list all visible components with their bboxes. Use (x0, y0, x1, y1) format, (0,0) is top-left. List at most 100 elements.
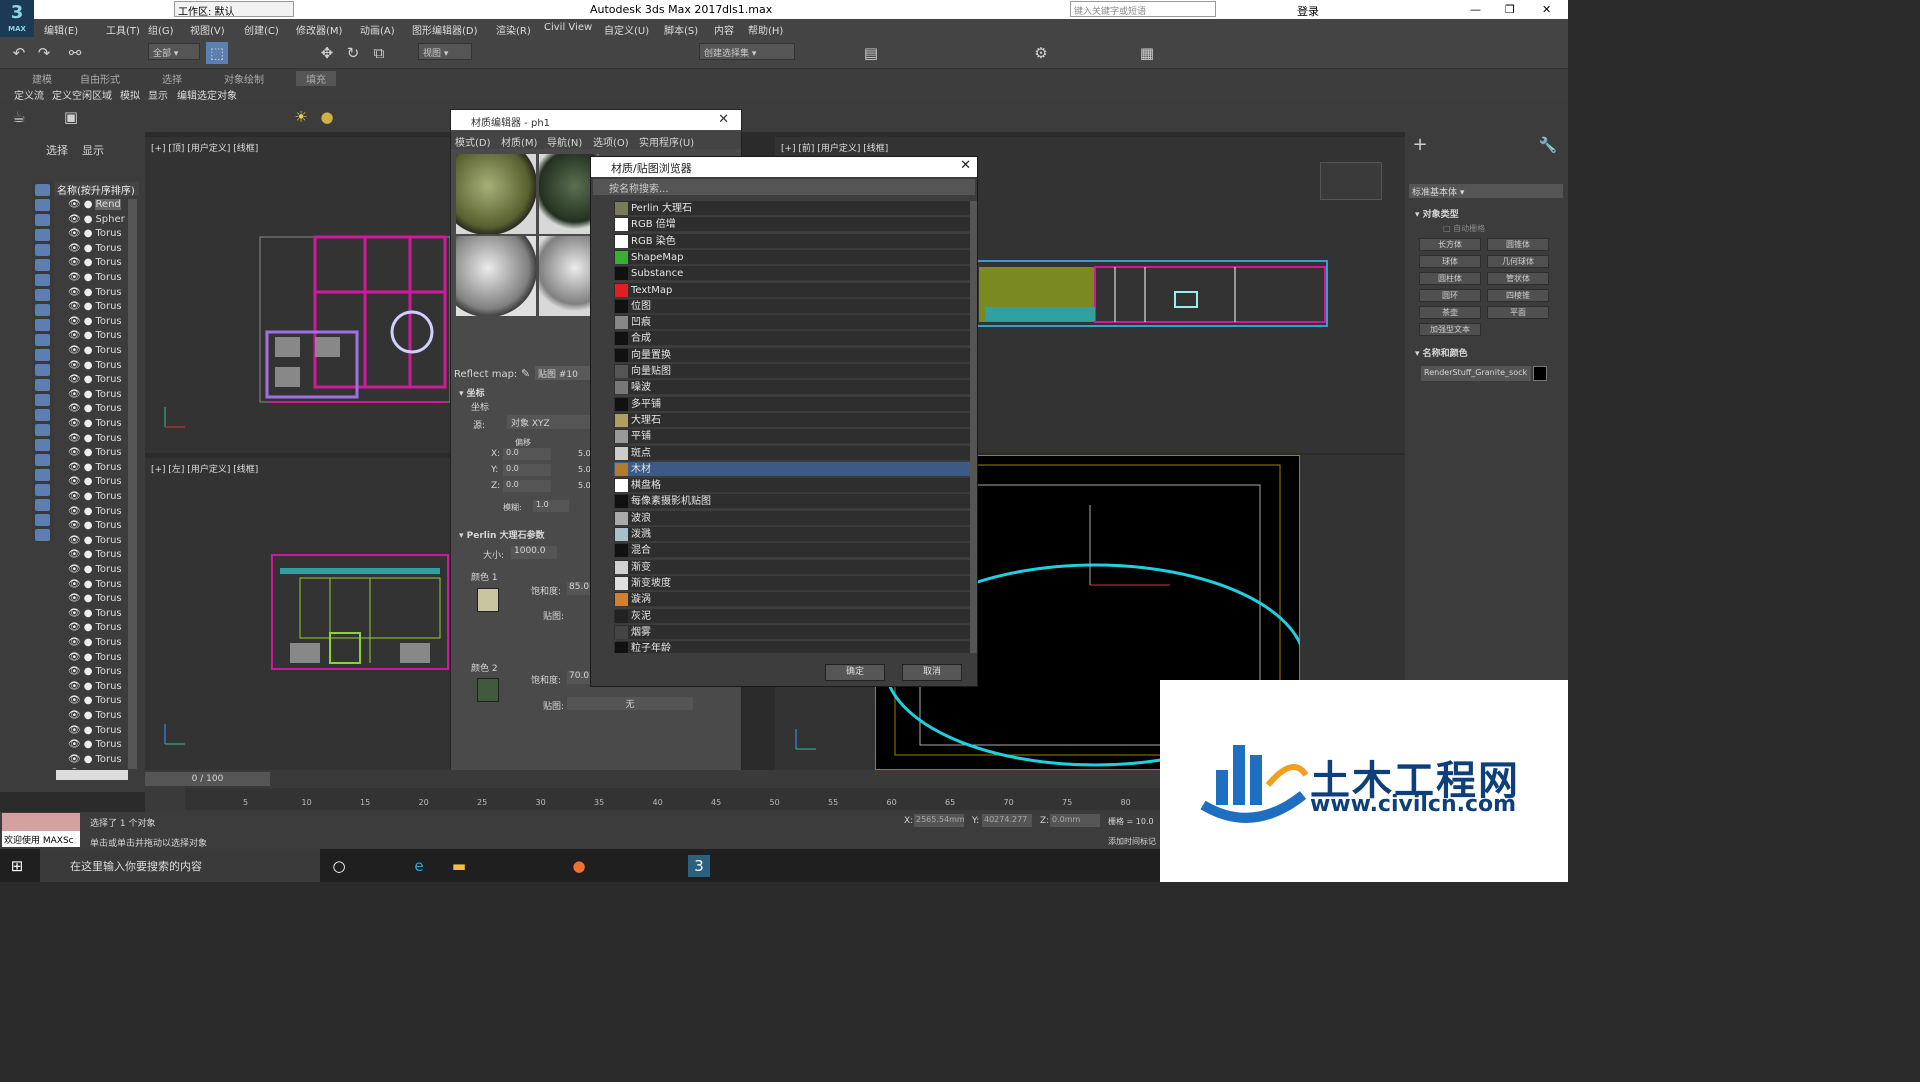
eye-icon[interactable]: 👁 (68, 739, 81, 750)
explorer-filter-icon[interactable] (35, 499, 50, 511)
menu-item[interactable]: 编辑(E) (44, 22, 78, 37)
create-tab-icon[interactable]: + (1409, 134, 1431, 156)
eye-icon[interactable]: 👁 (68, 695, 81, 706)
object-type-button[interactable]: 四棱锥 (1487, 289, 1549, 302)
object-type-button[interactable]: 平面 (1487, 306, 1549, 319)
eye-icon[interactable]: 👁 (68, 710, 81, 721)
eye-icon[interactable]: 👁 (68, 768, 81, 769)
move-icon[interactable]: ✥ (316, 42, 338, 64)
max-logo[interactable]: 3 MAX (0, 0, 34, 37)
eye-icon[interactable]: 👁 (68, 301, 81, 312)
render-icon[interactable]: ● (84, 754, 93, 765)
scene-row[interactable]: 👁 ● Spher (56, 214, 128, 228)
explorer-filter-icon[interactable] (35, 379, 50, 391)
eye-icon[interactable]: 👁 (68, 374, 81, 385)
map-list-item[interactable]: 粒子年龄 (614, 641, 970, 653)
scene-row[interactable]: 👁●Torus (56, 301, 128, 315)
maximize-icon[interactable]: ❐ (1505, 3, 1515, 16)
object-type-button[interactable]: 圆锥体 (1487, 238, 1549, 251)
explorer-filter-icon[interactable] (35, 349, 50, 361)
map-list-item[interactable]: 多平铺 (614, 396, 970, 412)
size-spinner[interactable]: 1000.0 (511, 546, 557, 559)
eye-icon[interactable]: 👁 (68, 666, 81, 677)
eye-icon[interactable]: 👁 (68, 389, 81, 400)
sample-slot-3[interactable] (456, 236, 536, 316)
ribbon-subtab[interactable]: 模拟 (120, 87, 140, 102)
sample-slot-1[interactable] (456, 154, 536, 234)
3dsmax-taskbar-icon[interactable]: 3 (688, 855, 710, 877)
ribbon-subtab[interactable]: 编辑选定对象 (177, 87, 237, 102)
category-dropdown[interactable]: 标准基本体 ▾ (1409, 184, 1563, 198)
render-icon[interactable]: ● (84, 579, 93, 590)
explorer-filter-icon[interactable] (35, 229, 50, 241)
render-icon[interactable]: ● (84, 506, 93, 517)
rotate-icon[interactable]: ↻ (342, 42, 364, 64)
render-icon[interactable]: ● (84, 768, 93, 769)
render-icon[interactable]: ● (84, 593, 93, 604)
z-field[interactable]: 0.0mm (1050, 814, 1100, 827)
eye-icon[interactable]: 👁 (68, 199, 81, 210)
h-scrollbar[interactable] (56, 770, 128, 780)
eye-icon[interactable]: 👁 (68, 476, 81, 487)
mateditor-menu-item[interactable]: 实用程序(U) (639, 134, 694, 149)
render-icon[interactable]: ● (84, 666, 93, 677)
scene-row[interactable]: 👁●Torus (56, 666, 128, 680)
explorer-filter-icon[interactable] (35, 304, 50, 316)
scene-row[interactable]: 👁●Torus (56, 579, 128, 593)
scene-row[interactable]: 👁●Torus (56, 754, 128, 768)
tab-display[interactable]: 显示 (82, 142, 104, 158)
scene-row[interactable]: 👁 ● Rend (56, 199, 128, 213)
map-list-item[interactable]: 每像素摄影机贴图 (614, 494, 970, 510)
object-type-button[interactable]: 长方体 (1419, 238, 1481, 251)
scene-row[interactable]: 👁●Torus (56, 316, 128, 330)
map-list-item[interactable]: 向量置换 (614, 347, 970, 363)
render-icon[interactable]: ● (84, 491, 93, 502)
eye-icon[interactable]: 👁 (68, 462, 81, 473)
eye-icon[interactable]: 👁 (68, 330, 81, 341)
explorer-filter-icon[interactable] (35, 244, 50, 256)
browser-titlebar[interactable]: 材质/贴图浏览器 ✕ (591, 157, 977, 177)
saturation2-spinner[interactable]: 70.0 (567, 671, 591, 684)
ribbon-tab[interactable]: 建模 (32, 71, 52, 86)
scene-row[interactable]: 👁●Torus (56, 462, 128, 476)
menu-item[interactable]: Civil View (544, 22, 592, 33)
undo-icon[interactable]: ↶ (8, 42, 30, 64)
select-object-icon[interactable]: ⬚ (206, 42, 228, 64)
scene-row[interactable]: 👁●Torus (56, 433, 128, 447)
render-icon[interactable]: ● (84, 695, 93, 706)
eye-icon[interactable]: 👁 (68, 214, 81, 225)
scene-row[interactable]: 👁●Torus (56, 739, 128, 753)
named-selection-dropdown[interactable]: 创建选择集 ▾ (699, 43, 795, 60)
scene-row[interactable]: 👁●Torus (56, 272, 128, 286)
explorer-filter-icon[interactable] (35, 409, 50, 421)
source-dropdown[interactable]: 对象 XYZ (507, 415, 592, 429)
map-list-item[interactable]: Perlin 大理石 (614, 201, 970, 216)
color1-swatch[interactable] (477, 588, 499, 612)
scene-row[interactable]: 👁●Torus (56, 476, 128, 490)
map-list-item[interactable]: 向量贴图 (614, 364, 970, 379)
y-field[interactable]: 40274.277 (982, 814, 1032, 827)
close-icon[interactable]: ✕ (718, 112, 729, 127)
windows-start-icon[interactable]: ⊞ (6, 855, 28, 877)
scene-row[interactable]: 👁●Torus (56, 418, 128, 432)
menu-item[interactable]: 工具(T) (106, 22, 140, 37)
map-list-item[interactable]: Substance (614, 266, 970, 282)
layer-icon[interactable]: ▤ (860, 42, 882, 64)
map-list-item[interactable]: 烟雾 (614, 624, 970, 640)
scene-row[interactable]: 👁●Torus (56, 768, 128, 769)
render-icon[interactable]: ● (84, 622, 93, 633)
scale-icon[interactable]: ⧉ (368, 42, 390, 64)
eye-icon[interactable]: 👁 (68, 257, 81, 268)
object-color-swatch[interactable] (1533, 366, 1547, 381)
scene-row[interactable]: 👁●Torus (56, 360, 128, 374)
track-bar[interactable]: 5 10 15 20 25 30 35 40 45 50 55 60 65 70 75 80 (185, 788, 1160, 810)
ribbon-tab[interactable]: 自由形式 (80, 71, 120, 86)
eye-icon[interactable]: 👁 (68, 316, 81, 327)
scene-row[interactable]: 👁●Torus (56, 652, 128, 666)
map-list-item[interactable]: 波浪 (614, 510, 970, 526)
map2-button[interactable]: 无 (567, 697, 693, 710)
scene-row[interactable]: 👁●Torus (56, 243, 128, 257)
object-type-button[interactable]: 加强型文本 (1419, 323, 1481, 336)
ribbon-subtab[interactable]: 定义流 (14, 87, 44, 102)
menu-item[interactable]: 动画(A) (360, 22, 395, 37)
